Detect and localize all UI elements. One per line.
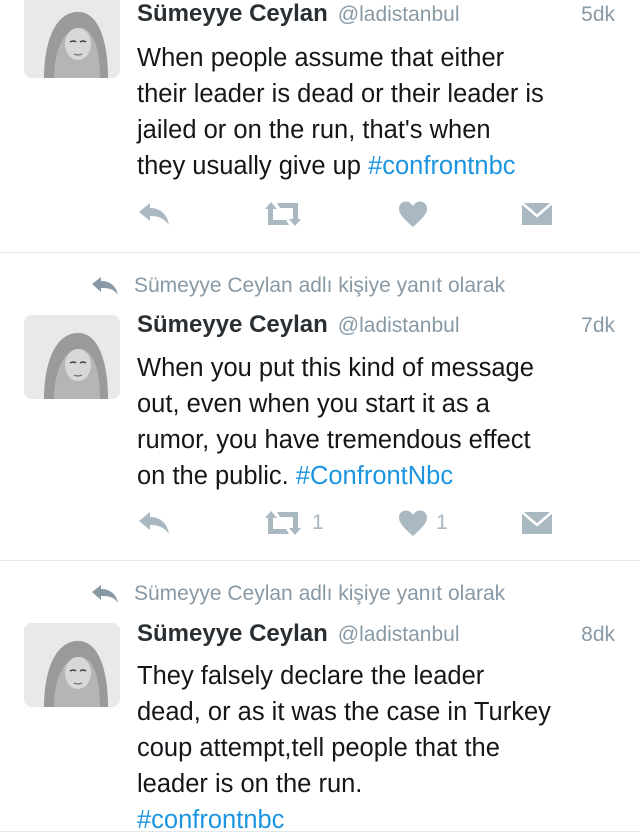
hashtag-link[interactable]: #confrontnbc (137, 806, 284, 834)
heart-icon (399, 510, 427, 536)
avatar-image (24, 0, 120, 78)
tweet-text: They falsely declare the leader dead, or… (137, 658, 627, 838)
hashtag-link[interactable]: #ConfrontNbc (296, 462, 453, 490)
like-button[interactable]: 1 (398, 505, 448, 541)
tweet-body: They falsely declare the leader dead, or… (137, 662, 551, 798)
tweet-header: Sümeyye Ceylan @ladistanbul 5dk (137, 0, 615, 32)
tweet-timestamp[interactable]: 5dk (581, 3, 615, 27)
reply-icon (139, 512, 169, 534)
reply-context[interactable]: Sümeyye Ceylan adlı kişiye yanıt olarak (90, 271, 505, 301)
avatar-image (24, 315, 120, 399)
direct-message-button[interactable] (521, 505, 553, 541)
reply-icon (139, 203, 169, 225)
hashtag-link[interactable]: #confrontnbc (368, 152, 515, 180)
tweet-actions (137, 196, 557, 232)
author-handle[interactable]: @ladistanbul (338, 3, 460, 27)
tweet-header: Sümeyye Ceylan @ladistanbul 7dk (137, 311, 615, 343)
retweet-icon (265, 511, 301, 535)
tweet-timestamp[interactable]: 8dk (581, 623, 615, 647)
retweet-button[interactable] (262, 196, 312, 232)
like-count: 1 (436, 511, 448, 534)
like-button[interactable] (398, 196, 436, 232)
avatar-image (24, 623, 120, 707)
author-name[interactable]: Sümeyye Ceylan (137, 620, 328, 648)
reply-context[interactable]: Sümeyye Ceylan adlı kişiye yanıt olarak (90, 579, 505, 609)
tweet-header: Sümeyye Ceylan @ladistanbul 8dk (137, 620, 615, 652)
author-name[interactable]: Sümeyye Ceylan (137, 311, 328, 339)
heart-icon (399, 201, 427, 227)
reply-icon (92, 277, 118, 295)
reply-button[interactable] (137, 505, 171, 541)
divider (0, 831, 639, 832)
retweet-icon (265, 202, 301, 226)
direct-message-icon (521, 202, 553, 225)
author-name[interactable]: Sümeyye Ceylan (137, 0, 328, 28)
reply-context-text: Sümeyye Ceylan adlı kişiye yanıt olarak (134, 274, 506, 297)
tweet-timestamp[interactable]: 7dk (581, 314, 615, 338)
tweet-card[interactable]: Sümeyye Ceylan @ladistanbul 5dk When peo… (0, 0, 639, 252)
tweet-text: When you put this kind of message out, e… (137, 350, 627, 494)
reply-button[interactable] (137, 196, 171, 232)
retweet-count: 1 (312, 511, 324, 534)
avatar[interactable] (24, 315, 120, 399)
avatar[interactable] (24, 623, 120, 707)
avatar[interactable] (24, 0, 120, 78)
retweet-button[interactable]: 1 (262, 505, 324, 541)
direct-message-button[interactable] (521, 196, 553, 232)
tweet-card[interactable]: Sümeyye Ceylan adlı kişiye yanıt olarak … (0, 253, 639, 560)
author-handle[interactable]: @ladistanbul (338, 623, 460, 647)
tweet-text: When people assume that either their lea… (137, 40, 627, 184)
reply-context-text: Sümeyye Ceylan adlı kişiye yanıt olarak (134, 582, 506, 605)
direct-message-icon (521, 511, 553, 534)
tweet-actions: 1 1 (137, 505, 557, 541)
author-handle[interactable]: @ladistanbul (338, 314, 460, 338)
reply-icon (92, 585, 118, 603)
tweet-card[interactable]: Sümeyye Ceylan adlı kişiye yanıt olarak … (0, 561, 639, 839)
